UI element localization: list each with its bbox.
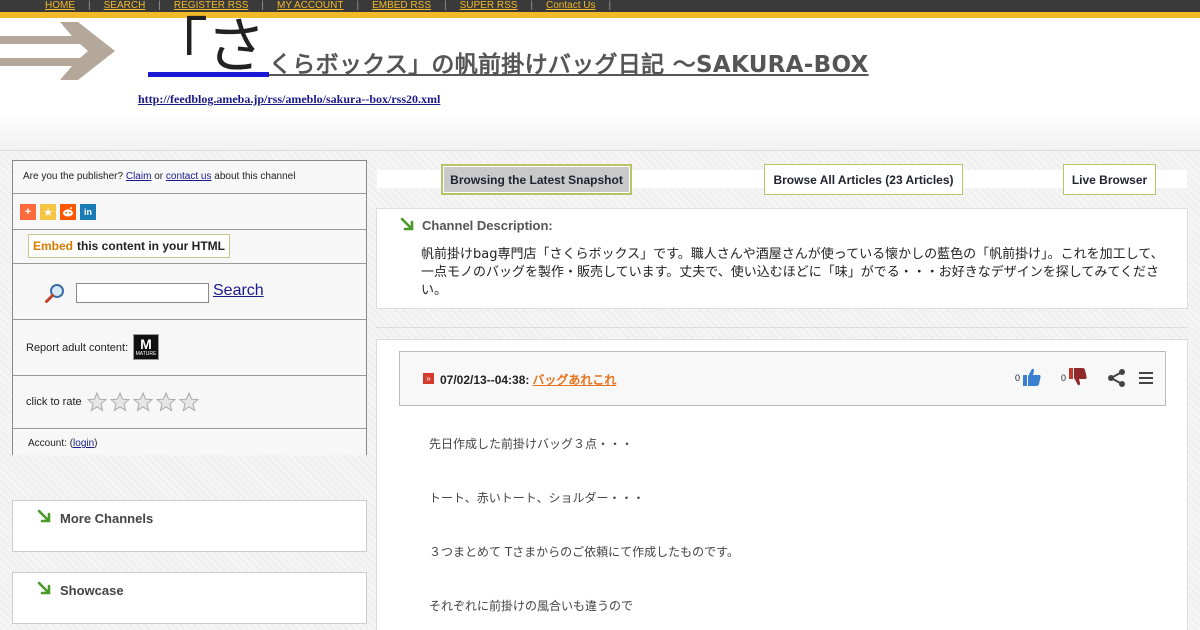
reddit-icon[interactable] bbox=[60, 204, 76, 220]
nav-link-register-rss[interactable]: REGISTER RSS bbox=[174, 0, 248, 12]
contact-us-link[interactable]: contact us bbox=[166, 171, 212, 182]
mature-badge-letter: M bbox=[140, 336, 152, 352]
showcase-title: Showcase bbox=[60, 583, 124, 598]
nav-item-embed-rss[interactable]: EMBED RSS | bbox=[372, 0, 460, 12]
article-date-line: 07/02/13--04:38: バッグあれこれ bbox=[440, 371, 616, 388]
star-icon-3[interactable] bbox=[133, 392, 153, 412]
embed-rest: this content in your HTML bbox=[77, 239, 226, 253]
share-row: + ★ in bbox=[13, 194, 366, 230]
sidebar-panel: Are you the publisher? Claim or contact … bbox=[12, 160, 367, 455]
green-arrow-icon bbox=[37, 581, 51, 595]
share-icons: + ★ in bbox=[20, 204, 96, 220]
channel-title-link[interactable]: くらボックス」の帆前掛けバッグ日記 ～SAKURA-BOX bbox=[269, 45, 869, 79]
description-text: 帆前掛けbag専門店「さくらボックス」です。職人さんや酒屋さんが使っている懐かし… bbox=[421, 247, 1164, 298]
channel-header: 「さ くらボックス」の帆前掛けバッグ日記 ～SAKURA-BOX http://… bbox=[0, 12, 1200, 150]
mature-rating-button[interactable]: M MATURE bbox=[133, 334, 159, 360]
nav-link-search[interactable]: SEARCH bbox=[104, 0, 146, 12]
tab-live-browser[interactable]: Live Browser bbox=[1063, 164, 1156, 195]
search-row: Search bbox=[13, 264, 366, 320]
star-icon-5[interactable] bbox=[179, 392, 199, 412]
article-paragraph: トート、赤いトート、ショルダー・・・ bbox=[429, 491, 645, 505]
nav-link-home[interactable]: HOME bbox=[45, 0, 75, 12]
channel-description: Channel Description: 帆前掛けbag専門店「さくらボックス」… bbox=[376, 208, 1188, 309]
thumbs-up-icon[interactable] bbox=[1022, 367, 1042, 387]
thumbs-up-vote[interactable]: 0 bbox=[1015, 367, 1042, 387]
nav-link-my-account[interactable]: MY ACCOUNT bbox=[277, 0, 344, 12]
star-rating bbox=[87, 392, 199, 412]
header-divider bbox=[0, 150, 1200, 151]
account-row: Account: (login) bbox=[13, 429, 366, 455]
thumbs-up-count: 0 bbox=[1015, 373, 1021, 383]
account-suffix: ) bbox=[94, 438, 98, 449]
embed-content-button[interactable]: Embed this content in your HTML bbox=[28, 234, 231, 258]
publisher-suffix: about this channel bbox=[214, 171, 296, 182]
share-icon[interactable] bbox=[1107, 368, 1127, 388]
publisher-row: Are you the publisher? Claim or contact … bbox=[13, 161, 366, 194]
embed-word: Embed bbox=[33, 239, 74, 253]
thumbs-down-icon[interactable] bbox=[1068, 367, 1088, 387]
top-nav: HOME | SEARCH | REGISTER RSS | MY ACCOUNT | … bbox=[0, 0, 1200, 12]
rate-label: click to rate bbox=[26, 396, 82, 408]
article-date: 07/02/13--04:38: bbox=[440, 373, 530, 387]
publisher-or: or bbox=[154, 171, 164, 182]
star-icon-4[interactable] bbox=[156, 392, 176, 412]
title-underline bbox=[148, 72, 269, 77]
star-icon-1[interactable] bbox=[87, 392, 107, 412]
article-paragraph: ３つまとめて Tさまからのご依頼にて作成したものです。 bbox=[429, 545, 739, 559]
nav-link-contact-us[interactable]: Contact Us bbox=[546, 0, 595, 12]
article-card: » 07/02/13--04:38: バッグあれこれ 0 0 先日作成した前掛けバ… bbox=[376, 339, 1188, 630]
search-button[interactable]: Search bbox=[213, 282, 264, 300]
thumbs-down-vote[interactable]: 0 bbox=[1061, 367, 1088, 387]
magnifier-search-icon bbox=[45, 284, 64, 303]
star-icon-2[interactable] bbox=[110, 392, 130, 412]
embed-row: Embed this content in your HTML bbox=[13, 230, 366, 264]
login-link[interactable]: login bbox=[73, 438, 94, 449]
article-paragraph: 先日作成した前掛けバッグ３点・・・ bbox=[429, 437, 634, 451]
add-icon[interactable]: + bbox=[20, 204, 36, 220]
rating-row: click to rate bbox=[13, 376, 366, 429]
article-paragraph: それぞれに前掛けの風合いも違うので bbox=[429, 599, 634, 613]
nav-item-register-rss[interactable]: REGISTER RSS | bbox=[174, 0, 277, 12]
nav-item-search[interactable]: SEARCH | bbox=[104, 0, 174, 12]
more-channels-panel[interactable]: More Channels bbox=[12, 500, 367, 552]
tab-latest-snapshot[interactable]: Browsing the Latest Snapshot bbox=[441, 164, 632, 195]
arrow-right-icon bbox=[0, 22, 115, 80]
linkedin-icon[interactable]: in bbox=[80, 204, 96, 220]
showcase-panel[interactable]: Showcase bbox=[12, 572, 367, 624]
star-favorite-icon[interactable]: ★ bbox=[40, 204, 56, 220]
account-text: Account: (login) bbox=[28, 438, 98, 449]
nav-item-super-rss[interactable]: SUPER RSS | bbox=[460, 0, 546, 12]
mature-badge-sub: MATURE bbox=[135, 351, 157, 357]
search-input[interactable] bbox=[76, 283, 209, 303]
thumbs-down-count: 0 bbox=[1061, 373, 1067, 383]
description-title: Channel Description: bbox=[422, 218, 553, 233]
nav-link-super-rss[interactable]: SUPER RSS bbox=[460, 0, 518, 12]
nav-item-contact-us[interactable]: Contact Us | bbox=[546, 0, 624, 12]
publisher-prefix: Are you the publisher? bbox=[23, 171, 124, 182]
green-arrow-icon bbox=[400, 217, 414, 231]
article-header: » 07/02/13--04:38: バッグあれこれ 0 0 bbox=[399, 351, 1166, 406]
nav-item-home[interactable]: HOME | bbox=[45, 0, 104, 12]
publisher-text: Are you the publisher? Claim or contact … bbox=[23, 171, 295, 182]
article-title-link[interactable]: バッグあれこれ bbox=[532, 373, 616, 387]
adult-content-row: Report adult content: M MATURE bbox=[13, 320, 366, 376]
tab-all-articles[interactable]: Browse All Articles (23 Articles) bbox=[764, 164, 963, 195]
green-arrow-icon bbox=[37, 509, 51, 523]
nav-link-embed-rss[interactable]: EMBED RSS bbox=[372, 0, 431, 12]
claim-link[interactable]: Claim bbox=[126, 171, 152, 182]
content-divider bbox=[376, 327, 1188, 328]
channel-title-lead: 「さ bbox=[148, 12, 266, 82]
nav-item-my-account[interactable]: MY ACCOUNT | bbox=[277, 0, 372, 12]
article-bullet-icon: » bbox=[423, 373, 434, 384]
account-prefix: Account: ( bbox=[28, 438, 74, 449]
menu-icon[interactable] bbox=[1139, 369, 1153, 387]
feed-url-link[interactable]: http://feedblog.ameba.jp/rss/ameblo/saku… bbox=[138, 92, 440, 107]
report-adult-label: Report adult content: bbox=[26, 342, 129, 354]
more-channels-title: More Channels bbox=[60, 511, 154, 526]
